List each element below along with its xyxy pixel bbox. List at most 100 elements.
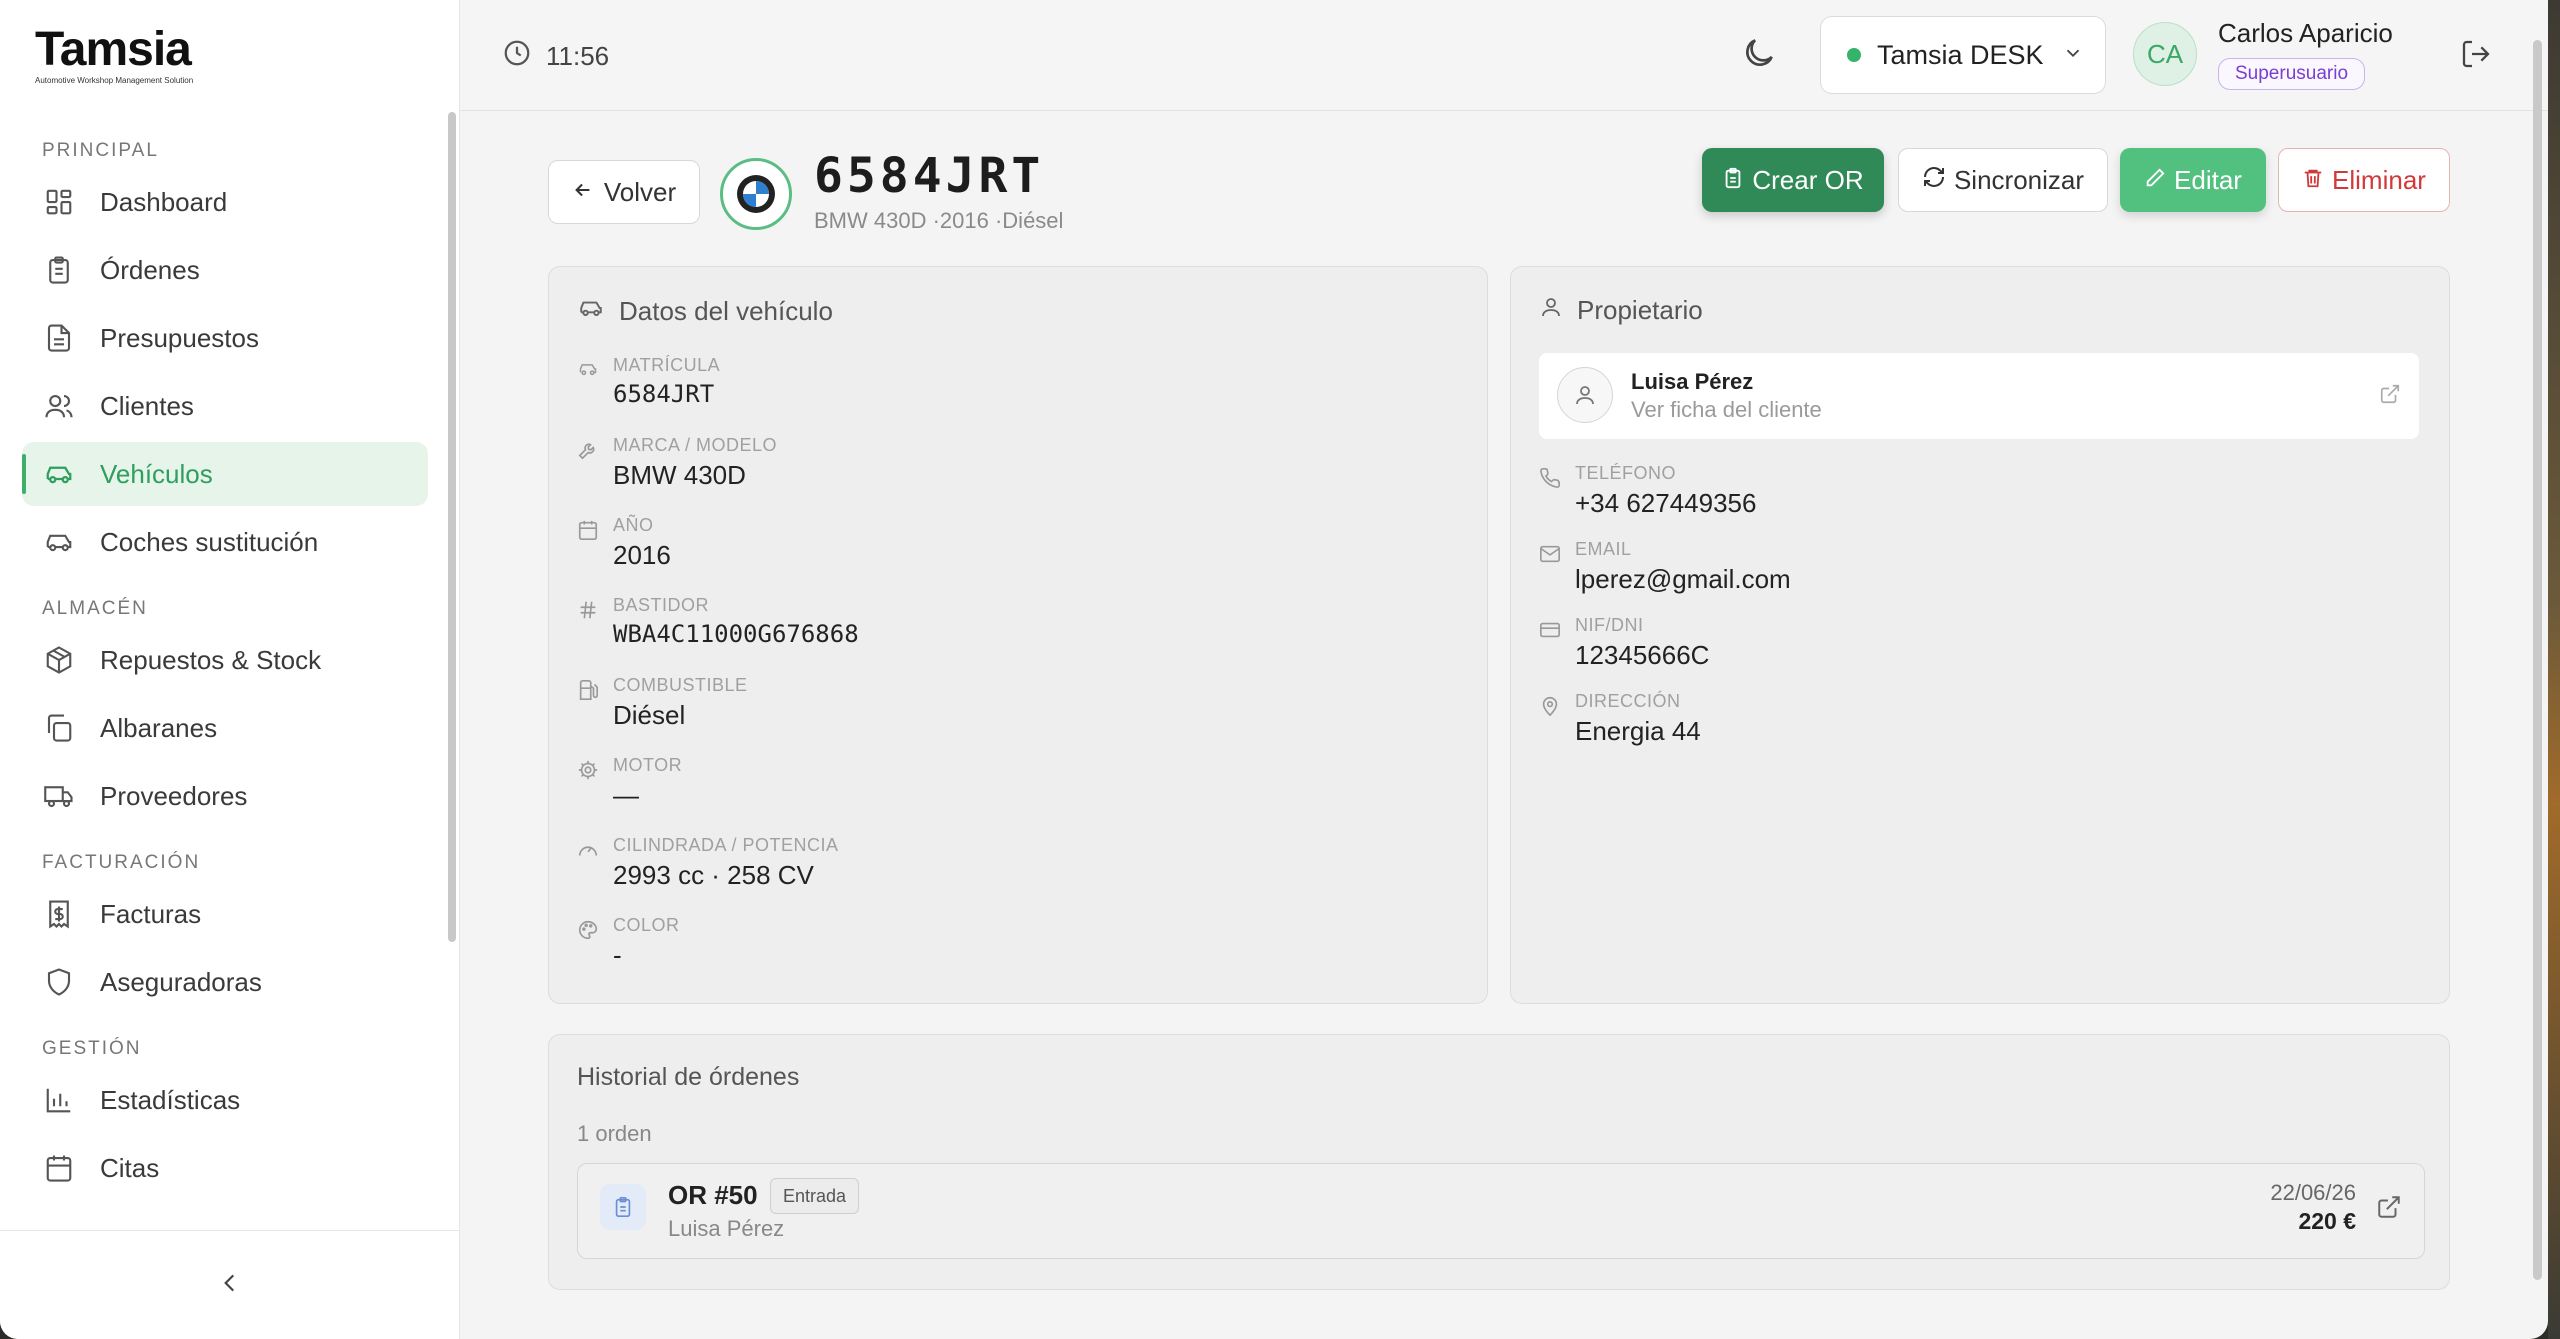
sidebar-item-vehiculos[interactable]: Vehículos	[22, 442, 428, 506]
sidebar-item-label: Albaranes	[100, 712, 218, 743]
clipboard-icon	[1722, 165, 1752, 196]
history-title: Historial de órdenes	[577, 1063, 800, 1091]
dark-mode-moon-icon[interactable]	[1740, 34, 1778, 77]
field-nif-dni: NIF/DNI 12345666C	[1539, 615, 1709, 671]
calendar-icon	[577, 515, 613, 571]
phone-icon	[1539, 463, 1575, 519]
external-link-icon[interactable]	[2376, 1194, 2402, 1225]
field-value: 2016	[613, 540, 671, 570]
workspace-selector[interactable]: Tamsia DESK	[1820, 16, 2106, 94]
order-number: OR #50	[668, 1180, 758, 1210]
shield-icon	[42, 965, 76, 999]
status-dot	[1847, 48, 1861, 62]
app-window: Tamsia Automotive Workshop Management So…	[0, 0, 2548, 1339]
brand-logo[interactable]: Tamsia Automotive Workshop Management So…	[35, 26, 194, 86]
create-or-button[interactable]: Crear OR	[1702, 148, 1884, 212]
arrow-left-icon	[572, 177, 604, 208]
order-history-card: Historial de órdenes 1 orden OR #50 Entr…	[548, 1034, 2450, 1290]
sidebar-item-presupuestos[interactable]: Presupuestos	[22, 306, 428, 370]
field-value: +34 627449356	[1575, 488, 1757, 518]
history-count: 1 orden	[577, 1121, 652, 1146]
sidebar-item-label: Vehículos	[100, 458, 213, 489]
edit-button[interactable]: Editar	[2120, 148, 2266, 212]
external-link-icon[interactable]	[2379, 383, 2401, 410]
field-label: MARCA / MODELO	[613, 435, 778, 455]
page-scrollbar[interactable]	[2533, 40, 2542, 1280]
gear-icon	[577, 755, 613, 811]
sidebar-item-clientes[interactable]: Clientes	[22, 374, 428, 438]
field-label: MATRÍCULA	[613, 355, 721, 375]
field-bastidor: BASTIDOR WBA4C11000G676868	[577, 595, 859, 648]
sidebar-scrollbar[interactable]	[448, 112, 456, 942]
sidebar-item-dashboard[interactable]: Dashboard	[22, 170, 428, 234]
field-motor: MOTOR —	[577, 755, 682, 811]
field-value: Energia 44	[1575, 716, 1701, 746]
owner-name: Luisa Pérez	[1631, 369, 1754, 394]
fuel-icon	[577, 675, 613, 731]
field-matricula: MATRÍCULA 6584JRT	[577, 355, 720, 408]
users-icon	[42, 389, 76, 423]
delete-label: Eliminar	[2332, 164, 2426, 195]
field-telefono: TELÉFONO +34 627449356	[1539, 463, 1756, 519]
palette-icon	[577, 915, 613, 971]
order-client: Luisa Pérez	[668, 1216, 785, 1241]
section-almacen: ALMACÉN	[42, 598, 148, 619]
truck-icon	[42, 779, 76, 813]
field-label: BASTIDOR	[613, 595, 710, 615]
calendar-icon	[42, 1151, 76, 1185]
edit-label: Editar	[2174, 164, 2242, 195]
field-value: —	[613, 780, 639, 810]
delete-button[interactable]: Eliminar	[2278, 148, 2450, 212]
field-value: lperez@gmail.com	[1575, 564, 1791, 594]
clock-icon	[502, 38, 546, 75]
status-badge: Entrada	[770, 1178, 860, 1214]
car-icon	[577, 295, 619, 328]
top-header: 11:56 Tamsia DESK CA Carlos Aparicio Sup…	[460, 0, 2548, 111]
sidebar-item-label: Presupuestos	[100, 322, 259, 353]
sidebar-item-ordenes[interactable]: Órdenes	[22, 238, 428, 302]
sidebar-item-proveedores[interactable]: Proveedores	[22, 764, 428, 828]
sidebar-item-albaranes[interactable]: Albaranes	[22, 696, 428, 760]
sidebar-item-coches-sustitucion[interactable]: Coches sustitución	[22, 510, 428, 574]
collapse-sidebar-chevron-icon[interactable]	[217, 1270, 243, 1301]
owner-client-link[interactable]: Luisa Pérez Ver ficha del cliente	[1539, 353, 2419, 439]
id-card-icon	[1539, 615, 1575, 671]
current-time: 11:56	[546, 41, 610, 71]
gauge-icon	[577, 835, 613, 891]
car-icon	[577, 355, 613, 408]
sidebar-item-label: Dashboard	[100, 186, 228, 217]
section-principal: PRINCIPAL	[42, 140, 159, 161]
brand-tagline: Automotive Workshop Management Solution	[35, 76, 194, 85]
order-date: 22/06/26	[2270, 1180, 2356, 1205]
field-label: NIF/DNI	[1575, 615, 1644, 635]
back-label: Volver	[603, 176, 677, 207]
section-gestion: GESTIÓN	[42, 1038, 142, 1059]
sync-label: Sincronizar	[1953, 164, 2085, 195]
logout-icon[interactable]	[2460, 38, 2492, 75]
vehicle-data-card: Datos del vehículo MATRÍCULA 6584JRT MARC…	[548, 266, 1488, 1004]
field-value: WBA4C11000G676868	[613, 620, 859, 648]
vehicle-plate: 6584JRT	[814, 148, 1045, 204]
order-row[interactable]: OR #50 Entrada Luisa Pérez 22/06/26 220 …	[577, 1163, 2425, 1259]
sidebar-item-estadisticas[interactable]: Estadísticas	[22, 1068, 428, 1132]
copy-icon	[42, 711, 76, 745]
avatar[interactable]: CA	[2133, 22, 2197, 86]
car-brand-logo-icon	[720, 158, 792, 230]
sidebar-item-label: Aseguradoras	[100, 966, 262, 997]
field-marca-modelo: MARCA / MODELO BMW 430D	[577, 435, 777, 491]
sidebar-item-label: Órdenes	[100, 254, 200, 285]
sync-button[interactable]: Sincronizar	[1898, 148, 2108, 212]
vehicle-header: Volver 6584JRT BMW 430D ·2016 ·Diésel Cr…	[548, 148, 2450, 248]
pencil-icon	[2144, 165, 2174, 196]
sidebar: Tamsia Automotive Workshop Management So…	[0, 0, 460, 1339]
sidebar-item-label: Coches sustitución	[100, 526, 319, 557]
sidebar-item-facturas[interactable]: Facturas	[22, 882, 428, 946]
back-button[interactable]: Volver	[548, 160, 700, 224]
sidebar-item-label: Citas	[100, 1152, 160, 1183]
bar-chart-icon	[42, 1083, 76, 1117]
field-value: 2993 cc · 258 CV	[613, 860, 814, 890]
sidebar-item-citas[interactable]: Citas	[22, 1136, 428, 1200]
sidebar-item-aseguradoras[interactable]: Aseguradoras	[22, 950, 428, 1014]
sidebar-item-repuestos[interactable]: Repuestos & Stock	[22, 628, 428, 692]
field-ano: AÑO 2016	[577, 515, 671, 571]
